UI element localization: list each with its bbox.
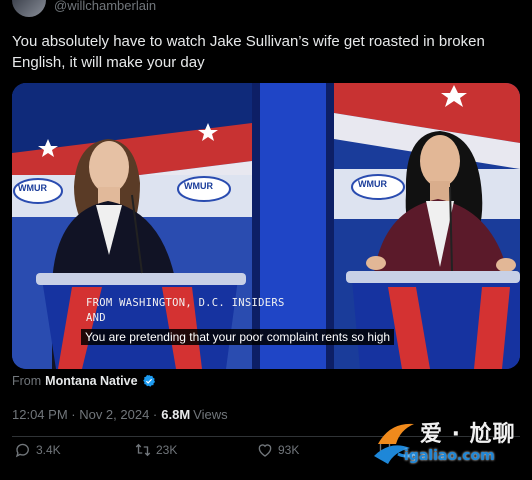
watermark-url: igaliao.com [404,448,495,464]
avatar[interactable] [12,0,46,17]
station-logo: WMUR [18,183,47,193]
station-logo: WMUR [358,179,387,189]
repost-icon [135,443,151,457]
like-count: 93K [278,443,300,457]
repost-button[interactable]: 23K [134,441,177,459]
reply-count: 3.4K [36,443,61,457]
media-source: From Montana Native [12,374,156,388]
site-watermark: 爱 · 尬聊 igaliao.com [368,414,524,474]
like-button[interactable]: 93K [256,441,299,459]
verified-badge-icon [142,374,155,387]
repost-count: 23K [156,443,178,457]
reply-icon [15,443,29,458]
views-label: Views [193,407,228,422]
video-media[interactable]: WMUR WMUR WMUR [12,83,520,369]
author-handle[interactable]: @willchamberlain [54,0,156,13]
station-logo: WMUR [184,181,213,191]
source-prefix: From [12,374,42,388]
post-text: You absolutely have to watch Jake Sulliv… [12,33,485,71]
chyron-line: AND [86,312,106,324]
post-header: @willchamberlain [12,0,156,18]
chyron: FROM WASHINGTON, D.C. INSIDERS AND [86,296,285,326]
video-subtitle: You are pretending that your poor compla… [81,329,395,345]
watermark-title: 爱 · 尬聊 [420,422,516,447]
post-meta: 12:04 PM · Nov 2, 2024 · 6.8M Views [12,407,228,422]
video-frame [12,83,520,369]
chyron-line: FROM WASHINGTON, D.C. INSIDERS [86,297,285,309]
heart-icon [258,444,272,457]
source-name[interactable]: Montana Native [45,374,137,388]
reply-button[interactable]: 3.4K [14,441,61,459]
views-count: 6.8M [161,407,191,422]
post-timestamp[interactable]: 12:04 PM · Nov 2, 2024 · [12,407,157,422]
